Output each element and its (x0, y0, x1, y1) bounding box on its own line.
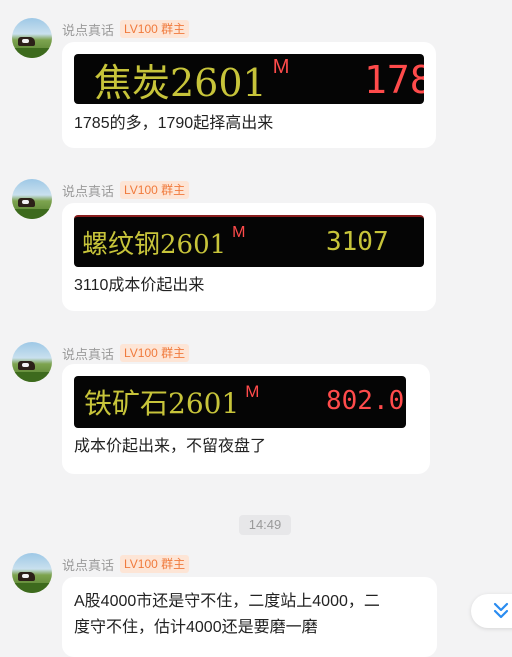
quote-price: 178 (364, 58, 424, 102)
quote-flag: M (245, 382, 260, 401)
double-chevron-down-icon (493, 602, 509, 619)
sender-name[interactable]: 说点真话 (62, 344, 114, 363)
message-meta: 说点真话 LV100 群主 (62, 180, 190, 200)
avatar[interactable] (12, 18, 52, 58)
quote-price: 802.0 (326, 386, 405, 416)
avatar[interactable] (12, 342, 52, 382)
quote-price: 3107 (326, 227, 389, 257)
quote-name: 螺纹钢2601 (82, 229, 227, 260)
scroll-to-bottom-button[interactable] (471, 594, 512, 628)
message-bubble[interactable]: 螺纹钢2601 M 3107 3110成本价起出来 (62, 203, 436, 311)
timestamp: 14:49 (239, 515, 291, 535)
quote-image[interactable]: 焦炭2601 M 178 (74, 54, 424, 104)
quote-flag: M (232, 224, 246, 241)
quote-image[interactable]: 螺纹钢2601 M 3107 (74, 215, 424, 267)
message-bubble[interactable]: 焦炭2601 M 178 1785的多，1790起择高出来 (62, 42, 436, 148)
message-bubble[interactable]: 铁矿石2601 M 802.0 成本价起出来，不留夜盘了 (62, 364, 430, 474)
quote-name: 铁矿石2601 (84, 387, 240, 420)
message-text-line: A股4000市还是守不住，二度站上4000，二 (74, 593, 380, 610)
quote-image[interactable]: 铁矿石2601 M 802.0 (74, 376, 406, 428)
role-badge: LV100 群主 (120, 344, 190, 362)
sender-name[interactable]: 说点真话 (62, 555, 114, 574)
avatar[interactable] (12, 179, 52, 219)
message-text: 成本价起出来，不留夜盘了 (74, 438, 267, 455)
role-badge: LV100 群主 (120, 20, 190, 38)
sender-name[interactable]: 说点真话 (62, 20, 114, 39)
role-badge: LV100 群主 (120, 181, 190, 199)
message-text: A股4000市还是守不住，二度站上4000，二 度守不住，估计4000还是要磨一… (74, 589, 380, 641)
message-meta: 说点真话 LV100 群主 (62, 19, 190, 39)
message-text-line: 度守不住，估计4000还是要磨一磨 (74, 619, 318, 636)
quote-flag: M (272, 55, 290, 78)
message-meta: 说点真话 LV100 群主 (62, 554, 190, 574)
role-badge: LV100 群主 (120, 555, 190, 573)
message-text: 1785的多，1790起择高出来 (74, 115, 274, 132)
avatar[interactable] (12, 553, 52, 593)
message-text: 3110成本价起出来 (74, 277, 205, 294)
quote-name: 焦炭2601 (94, 60, 267, 105)
sender-name[interactable]: 说点真话 (62, 181, 114, 200)
message-meta: 说点真话 LV100 群主 (62, 343, 190, 363)
message-bubble[interactable]: A股4000市还是守不住，二度站上4000，二 度守不住，估计4000还是要磨一… (62, 577, 437, 657)
